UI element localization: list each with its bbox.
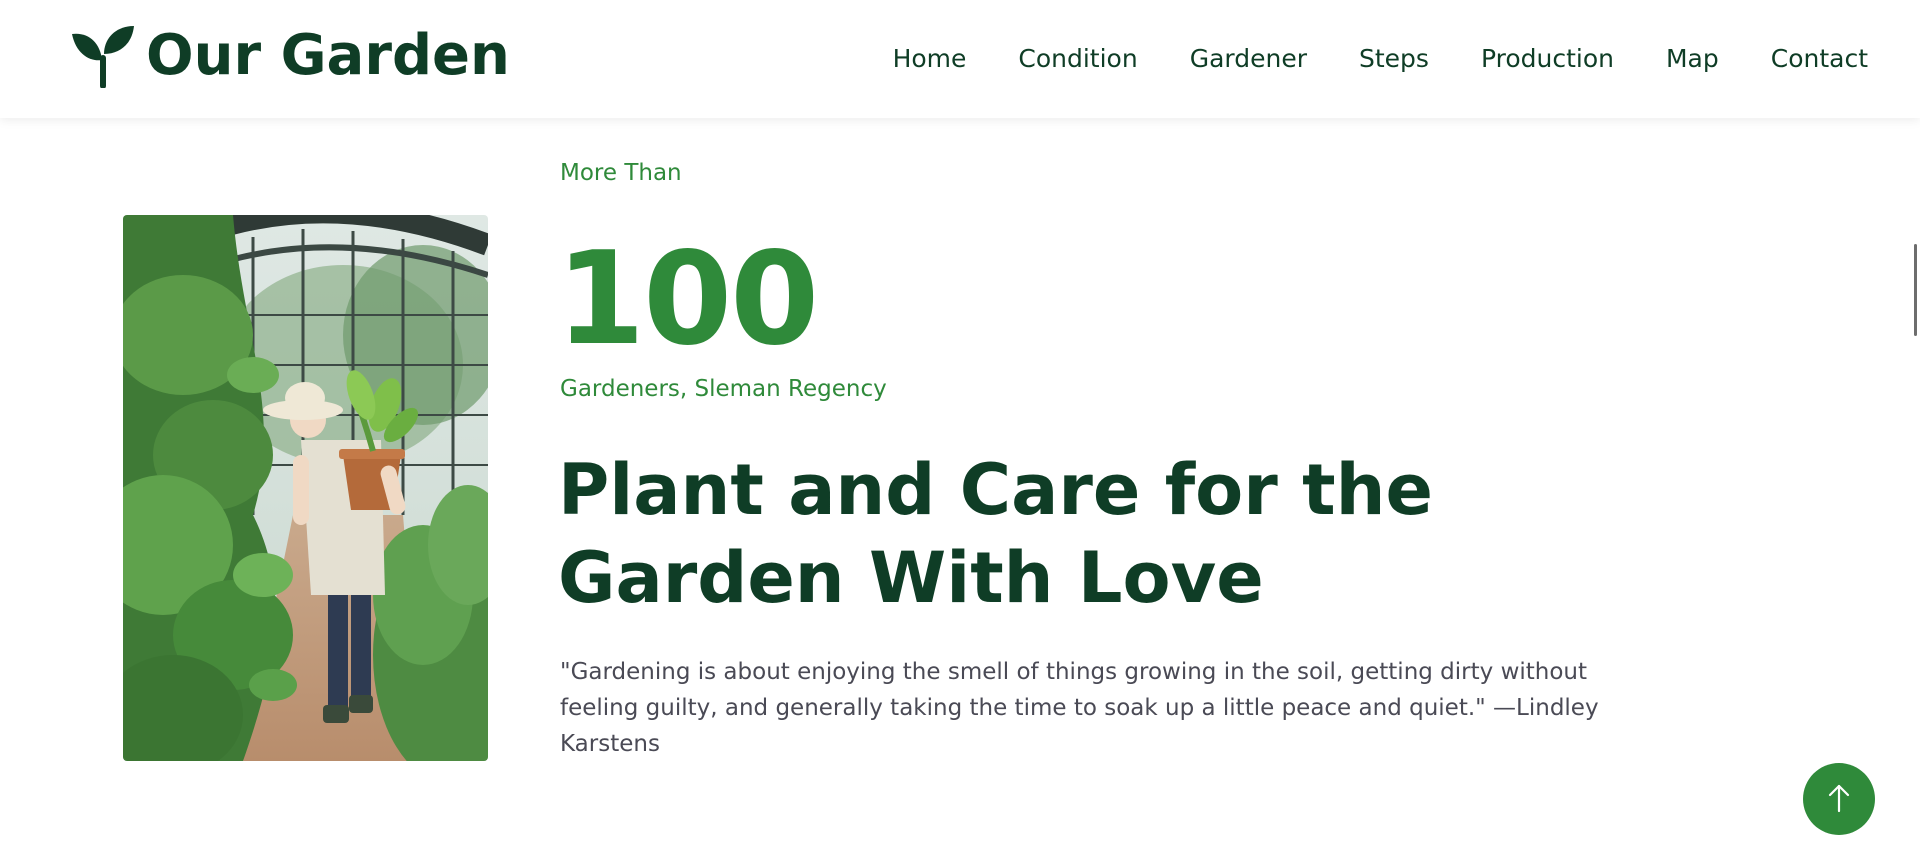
nav-map[interactable]: Map — [1666, 38, 1719, 80]
nav-steps[interactable]: Steps — [1359, 38, 1429, 80]
nav-home[interactable]: Home — [893, 38, 967, 80]
scroll-to-top-button[interactable] — [1803, 763, 1875, 835]
scrollbar-thumb[interactable] — [1914, 244, 1917, 336]
hero-headline: Plant and Care for the Garden With Love — [558, 449, 1433, 619]
hero-quote: "Gardening is about enjoying the smell o… — [560, 659, 1599, 757]
sprout-icon — [70, 24, 136, 89]
nav-gardener[interactable]: Gardener — [1190, 38, 1307, 80]
nav-condition[interactable]: Condition — [1018, 38, 1137, 80]
logo-text: Our Garden — [146, 23, 510, 88]
gardener-photo — [123, 215, 488, 761]
stat-number: 100 — [556, 225, 819, 374]
logo-link[interactable]: Our Garden — [70, 23, 510, 89]
arrow-up-icon — [1826, 783, 1852, 816]
stat-caption: Gardeners, Sleman Regency — [560, 376, 887, 402]
site-header: Our Garden Home Condition Gardener Steps… — [0, 0, 1920, 118]
main-nav: Home Condition Gardener Steps Production… — [841, 38, 1868, 80]
nav-contact[interactable]: Contact — [1771, 38, 1868, 80]
stat-eyebrow: More Than — [560, 160, 682, 186]
nav-production[interactable]: Production — [1481, 38, 1614, 80]
